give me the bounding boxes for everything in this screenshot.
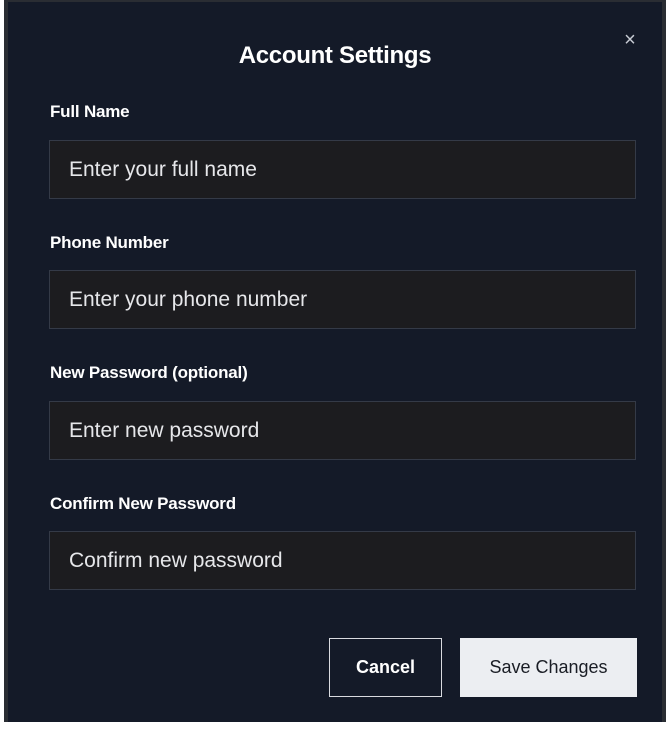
dialog-title: Account Settings: [238, 42, 432, 69]
confirm-password-input[interactable]: [49, 531, 636, 590]
save-changes-button[interactable]: Save Changes: [460, 638, 637, 697]
close-icon[interactable]: ×: [620, 30, 640, 50]
full-name-label: Full Name: [50, 102, 130, 121]
new-password-input[interactable]: [49, 401, 636, 460]
phone-number-input[interactable]: [49, 270, 636, 329]
cancel-button[interactable]: Cancel: [329, 638, 442, 697]
phone-number-label: Phone Number: [50, 233, 169, 252]
account-settings-dialog: Account Settings × Full Name Phone Numbe…: [4, 0, 666, 722]
full-name-input[interactable]: [49, 140, 636, 199]
confirm-password-label: Confirm New Password: [50, 494, 236, 513]
screen: Account Settings × Full Name Phone Numbe…: [0, 0, 670, 729]
new-password-label: New Password (optional): [50, 363, 248, 382]
